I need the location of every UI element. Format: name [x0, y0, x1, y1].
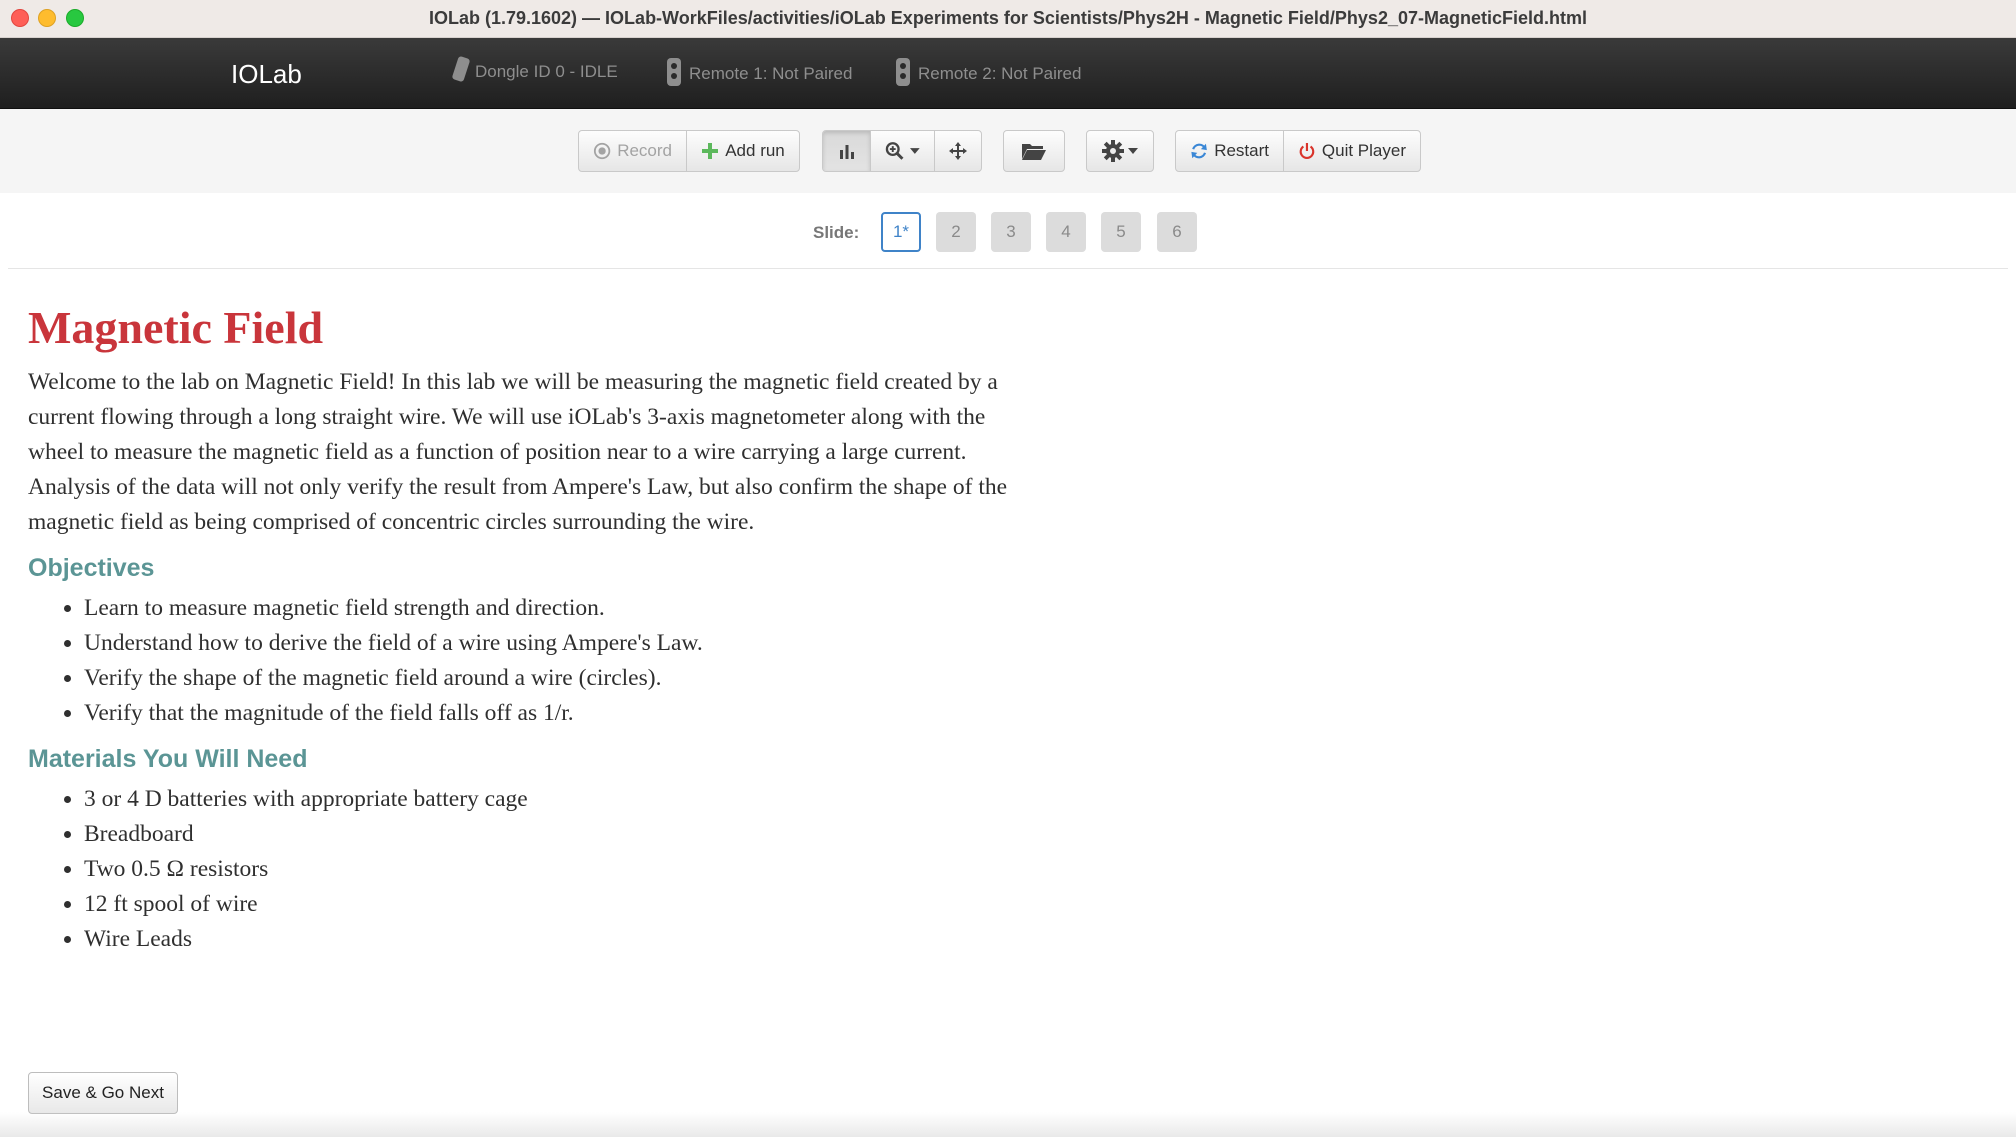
remote-2-status[interactable]: Remote 2: Not Paired: [896, 58, 1082, 86]
slide-button-1[interactable]: 1*: [881, 212, 921, 252]
settings-button-group: [1086, 130, 1154, 172]
list-item: Verify that the magnitude of the field f…: [84, 696, 1028, 731]
slide-button-4[interactable]: 4: [1046, 212, 1086, 252]
gear-icon: [1102, 140, 1124, 162]
list-item: Two 0.5 Ω resistors: [84, 852, 1028, 887]
file-button-group: [1003, 130, 1065, 172]
list-item: Wire Leads: [84, 922, 1028, 957]
chart-view-button[interactable]: [823, 131, 871, 171]
add-run-label: Add run: [725, 141, 785, 160]
view-button-group: [822, 130, 982, 172]
divider: [8, 268, 2008, 269]
remote-2-status-label: Remote 2: Not Paired: [918, 64, 1082, 83]
quit-player-button[interactable]: Quit Player: [1284, 131, 1420, 171]
window-titlebar: IOLab (1.79.1602) — IOLab-WorkFiles/acti…: [0, 0, 2016, 38]
add-run-button[interactable]: Add run: [687, 131, 799, 171]
dongle-status[interactable]: Dongle ID 0 - IDLE: [451, 55, 618, 83]
restart-button[interactable]: Restart: [1176, 131, 1284, 171]
list-item: Breadboard: [84, 817, 1028, 852]
zoom-dropdown-button[interactable]: [871, 131, 935, 171]
power-icon: [1299, 142, 1315, 159]
page-title: Magnetic Field: [28, 302, 324, 353]
session-button-group: Restart Quit Player: [1175, 130, 1421, 172]
refresh-icon: [1191, 143, 1207, 159]
objectives-heading: Objectives: [28, 554, 155, 583]
toolbar: Record Add run Restart Quit Player: [0, 109, 2016, 193]
list-item: 3 or 4 D batteries with appropriate batt…: [84, 782, 1028, 817]
slide-button-3[interactable]: 3: [991, 212, 1031, 252]
bar-chart-icon: [839, 145, 854, 159]
folder-open-icon: [1022, 144, 1046, 160]
intro-paragraph: Welcome to the lab on Magnetic Field! In…: [28, 369, 1008, 536]
save-and-next-button[interactable]: Save & Go Next: [28, 1072, 178, 1114]
remote-1-status[interactable]: Remote 1: Not Paired: [667, 58, 853, 86]
caret-down-icon: [1128, 148, 1138, 154]
pan-button[interactable]: [935, 131, 981, 171]
window-title: IOLab (1.79.1602) — IOLab-WorkFiles/acti…: [428, 8, 1587, 28]
record-label: Record: [617, 141, 672, 160]
materials-heading: Materials You Will Need: [28, 745, 308, 774]
open-folder-button[interactable]: [1004, 131, 1064, 171]
top-navbar: IOLab Dongle ID 0 - IDLE Remote 1: Not P…: [0, 38, 2016, 109]
restart-label: Restart: [1214, 141, 1269, 160]
quit-player-label: Quit Player: [1321, 141, 1406, 160]
bottom-fade: [0, 1112, 2016, 1137]
record-circle-icon: [593, 142, 611, 160]
settings-dropdown-button[interactable]: [1087, 131, 1153, 171]
materials-list: 3 or 4 D batteries with appropriate batt…: [84, 782, 1028, 957]
slide-label: Slide:: [813, 223, 860, 242]
remote-device-icon: [896, 58, 910, 86]
list-item: 12 ft spool of wire: [84, 887, 1028, 922]
list-item: Verify the shape of the magnetic field a…: [84, 661, 1028, 696]
slide-button-6[interactable]: 6: [1157, 212, 1197, 252]
slide-button-5[interactable]: 5: [1101, 212, 1141, 252]
slide-content: Magnetic Field Welcome to the lab on Mag…: [28, 300, 1028, 957]
plus-icon: [702, 143, 719, 159]
usb-dongle-icon: [451, 55, 471, 83]
slide-navigator: Slide: 1* 2 3 4 5 6: [0, 193, 2016, 269]
run-button-group: Record Add run: [578, 130, 800, 172]
remote-device-icon: [667, 58, 681, 86]
move-arrows-icon: [949, 142, 967, 160]
slide-button-2[interactable]: 2: [936, 212, 976, 252]
list-item: Learn to measure magnetic field strength…: [84, 591, 1028, 626]
app-brand[interactable]: IOLab: [231, 59, 302, 90]
caret-down-icon: [910, 148, 920, 154]
zoom-in-icon: [885, 142, 904, 160]
record-button[interactable]: Record: [579, 131, 687, 171]
remote-1-status-label: Remote 1: Not Paired: [689, 64, 853, 83]
dongle-status-label: Dongle ID 0 - IDLE: [475, 62, 618, 81]
objectives-list: Learn to measure magnetic field strength…: [84, 591, 1028, 731]
list-item: Understand how to derive the field of a …: [84, 626, 1028, 661]
